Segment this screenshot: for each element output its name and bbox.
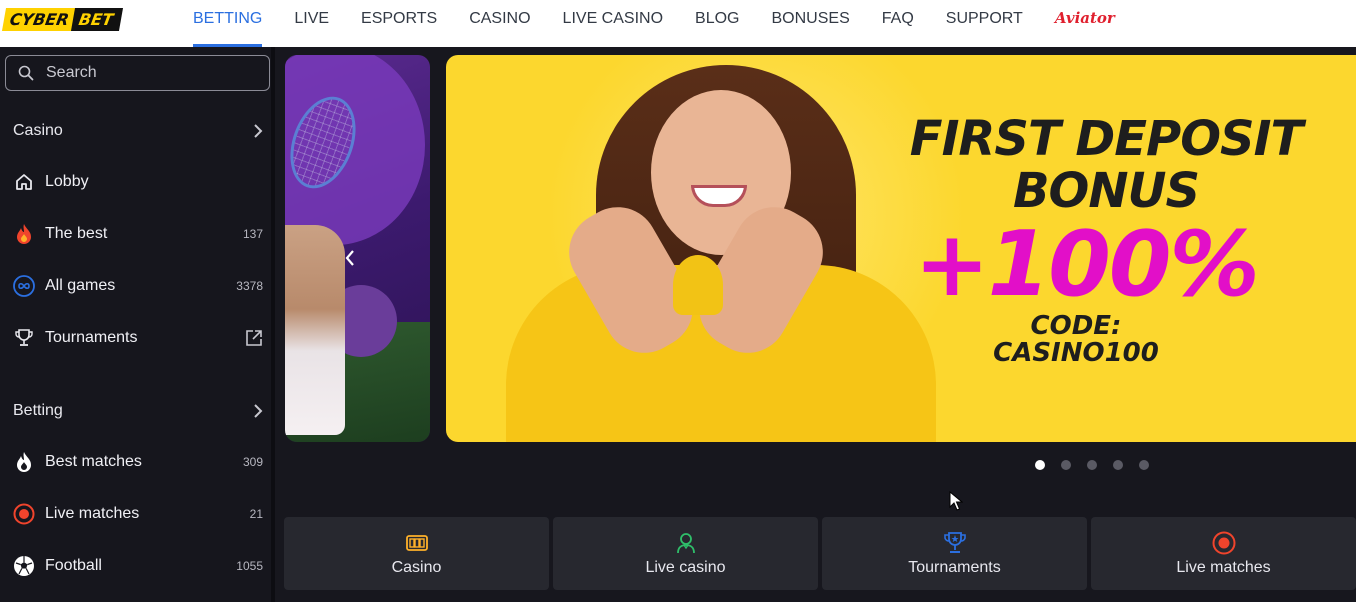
carousel-dot[interactable] xyxy=(1087,460,1097,470)
section-heading-casino: Casino xyxy=(13,122,63,139)
carousel-dot[interactable] xyxy=(1035,460,1045,470)
sidebar-item-label: Best matches xyxy=(45,453,142,470)
nav-blog[interactable]: BLOG xyxy=(695,0,739,47)
sidebar-item-live-matches[interactable]: Live matches 21 xyxy=(13,500,263,528)
slot-machine-icon xyxy=(405,534,428,551)
sidebar-item-count: 309 xyxy=(242,455,263,469)
live-dot-icon xyxy=(13,503,35,525)
promo-line-2: BONUS xyxy=(1012,163,1200,219)
main-content: FIRST DEPOSIT BONUS +100% CODE: CASINO10… xyxy=(279,47,1356,602)
promo-code-label: CODE: xyxy=(1030,311,1122,341)
search-placeholder: Search xyxy=(46,64,97,81)
sidebar-item-label: Live matches xyxy=(45,505,140,522)
tile-label: Live matches xyxy=(1176,558,1271,576)
heart-shape-image xyxy=(673,255,723,315)
tile-label: Live casino xyxy=(645,558,726,576)
tennis-player-image xyxy=(285,225,345,435)
sidebar-item-label: Football xyxy=(45,557,102,574)
nav-faq[interactable]: FAQ xyxy=(882,0,914,47)
dealer-icon xyxy=(676,532,695,553)
tile-tournaments[interactable]: Tournaments xyxy=(822,517,1087,590)
sidebar-section-casino[interactable]: Casino xyxy=(13,119,263,143)
home-icon xyxy=(13,171,35,193)
sidebar-item-label: Tournaments xyxy=(45,329,138,346)
sidebar-item-label: Lobby xyxy=(45,173,89,190)
football-icon xyxy=(13,555,35,577)
promo-percentage: +100% xyxy=(914,212,1259,317)
carousel-dot[interactable] xyxy=(1113,460,1123,470)
trophy-icon xyxy=(943,531,966,553)
promo-code-value: CASINO100 xyxy=(993,338,1159,368)
chevron-right-icon xyxy=(254,404,263,418)
banner-slide-first-deposit[interactable]: FIRST DEPOSIT BONUS +100% CODE: CASINO10… xyxy=(446,55,1356,442)
sidebar-item-all-games[interactable]: All games 3378 xyxy=(13,272,263,300)
tile-label: Tournaments xyxy=(908,558,1001,576)
search-input[interactable]: Search xyxy=(5,55,270,91)
logo-part-cyber: CYBER xyxy=(1,8,77,31)
quick-links: Casino Live casino Tournaments Live matc… xyxy=(284,517,1356,590)
sidebar-item-the-best[interactable]: The best 137 xyxy=(13,220,263,248)
tile-label: Casino xyxy=(391,558,442,576)
fire-icon xyxy=(13,451,35,473)
sidebar-section-betting[interactable]: Betting xyxy=(13,399,263,423)
promo-line-1: FIRST DEPOSIT xyxy=(909,111,1303,167)
main-nav: BETTING LIVE ESPORTS CASINO LIVE CASINO … xyxy=(193,0,1147,47)
carousel-dot[interactable] xyxy=(1139,460,1149,470)
live-dot-icon xyxy=(1212,531,1235,554)
sidebar-item-count: 21 xyxy=(249,507,263,521)
nav-live[interactable]: LIVE xyxy=(294,0,329,47)
sidebar-item-label: The best xyxy=(45,225,108,242)
sidebar-item-tournaments[interactable]: Tournaments xyxy=(13,324,263,352)
tile-live-matches[interactable]: Live matches xyxy=(1091,517,1356,590)
chevron-left-icon[interactable] xyxy=(343,249,357,267)
infinity-icon xyxy=(13,275,35,297)
sidebar-item-best-matches[interactable]: Best matches 309 xyxy=(13,448,263,476)
search-icon xyxy=(18,65,34,81)
trophy-icon xyxy=(13,327,35,349)
tile-casino[interactable]: Casino xyxy=(284,517,549,590)
sidebar-item-label: All games xyxy=(45,277,116,294)
top-navigation-bar: CYBER BET BETTING LIVE ESPORTS CASINO LI… xyxy=(0,0,1356,47)
nav-betting[interactable]: BETTING xyxy=(193,0,263,47)
fire-icon xyxy=(13,223,35,245)
tile-live-casino[interactable]: Live casino xyxy=(553,517,818,590)
banner-slide-previous[interactable] xyxy=(285,55,430,442)
carousel-dot[interactable] xyxy=(1061,460,1071,470)
external-link-icon[interactable] xyxy=(245,329,263,347)
sidebar-item-count: 137 xyxy=(242,227,263,241)
cyberbet-logo[interactable]: CYBER BET xyxy=(1,8,123,31)
sidebar-item-count: 1055 xyxy=(236,559,263,573)
carousel-dots xyxy=(1035,460,1165,470)
nav-support[interactable]: SUPPORT xyxy=(946,0,1023,47)
mouse-cursor-icon xyxy=(949,491,963,511)
nav-esports[interactable]: ESPORTS xyxy=(361,0,437,47)
sidebar-item-football[interactable]: Football 1055 xyxy=(13,552,263,580)
sidebar-item-lobby[interactable]: Lobby xyxy=(13,168,263,196)
chevron-right-icon xyxy=(254,124,263,138)
nav-bonuses[interactable]: BONUSES xyxy=(772,0,850,47)
promo-text: FIRST DEPOSIT BONUS +100% CODE: CASINO10… xyxy=(846,113,1356,367)
nav-live-casino[interactable]: LIVE CASINO xyxy=(563,0,663,47)
nav-aviator[interactable]: Aviator xyxy=(1055,0,1115,47)
logo-part-bet: BET xyxy=(70,8,123,31)
sidebar: Search Casino Lobby The best 137 All gam… xyxy=(0,47,275,602)
sidebar-item-count: 3378 xyxy=(236,279,263,293)
nav-casino[interactable]: CASINO xyxy=(469,0,530,47)
section-heading-betting: Betting xyxy=(13,402,63,419)
